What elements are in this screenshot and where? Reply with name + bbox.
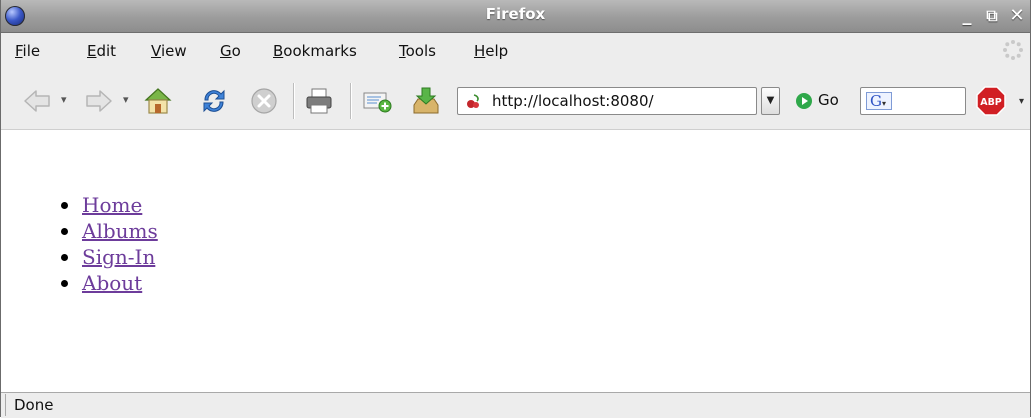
nav-link-albums[interactable]: Albums [82,219,158,243]
url-bar[interactable]: http://localhost:8080/ [457,87,757,115]
list-item: Sign-In [61,244,158,270]
url-text[interactable]: http://localhost:8080/ [492,92,654,110]
page-content: Home Albums Sign-In About [1,130,1030,392]
menu-file[interactable]: File [15,42,40,60]
back-dropdown-icon[interactable]: ▾ [61,93,67,106]
list-item: About [61,270,158,296]
title-bar[interactable]: Firefox _ ⧉ ✕ [1,0,1030,33]
url-history-dropdown[interactable]: ▼ [761,87,780,115]
home-icon[interactable] [142,85,174,117]
print-icon[interactable] [303,85,335,117]
nav-link-sign-in[interactable]: Sign-In [82,245,155,269]
list-item: Home [61,192,158,218]
google-engine-icon[interactable]: G▾ [866,92,892,110]
go-arrow-icon [796,93,812,109]
site-nav-list: Home Albums Sign-In About [61,192,158,296]
list-item: Albums [61,218,158,244]
nav-link-home[interactable]: Home [82,193,142,217]
menu-edit[interactable]: Edit [87,42,116,60]
stop-icon[interactable] [248,85,280,117]
adblock-plus-icon[interactable]: ABP [976,86,1006,116]
new-bookmark-icon[interactable] [361,85,393,117]
menu-view[interactable]: View [151,42,187,60]
menu-bar: File Edit View Go Bookmarks Tools Help [1,33,1030,73]
site-favicon-icon [467,94,479,108]
menu-tools[interactable]: Tools [399,42,436,60]
maximize-button[interactable]: ⧉ [981,5,1003,27]
toolbar-separator [350,83,351,119]
menu-bookmarks[interactable]: Bookmarks [273,42,357,60]
close-button[interactable]: ✕ [1006,5,1028,27]
download-icon[interactable] [410,85,442,117]
menu-go[interactable]: Go [220,42,241,60]
nav-link-about[interactable]: About [82,271,142,295]
svg-text:ABP: ABP [980,97,1002,108]
menu-help[interactable]: Help [474,42,508,60]
minimize-button[interactable]: _ [956,5,978,27]
window-title: Firefox [485,5,546,23]
browser-window: Firefox _ ⧉ ✕ File Edit View Go Bookmark… [0,0,1031,418]
status-text: Done [5,394,1025,416]
status-bar: Done [1,392,1030,418]
go-label: Go [818,91,839,109]
back-icon[interactable] [21,85,53,117]
forward-icon[interactable] [83,85,115,117]
toolbar-separator [293,83,294,119]
search-box[interactable]: G▾ [860,87,966,115]
reload-icon[interactable] [198,85,230,117]
forward-dropdown-icon[interactable]: ▾ [123,93,129,106]
throbber-icon [1003,40,1023,60]
adblock-dropdown-icon[interactable]: ▾ [1019,96,1024,107]
